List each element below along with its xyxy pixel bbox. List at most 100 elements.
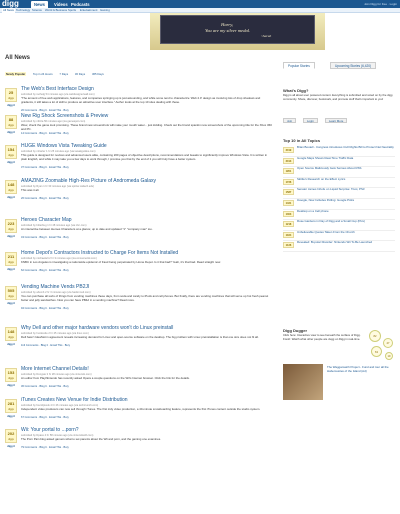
top-story-title[interactable]: Senator James Inhofe on Liquid Surprise:…	[297, 188, 395, 196]
email-this-link[interactable]: Email This	[49, 166, 61, 169]
email-this-link[interactable]: Email This	[49, 269, 61, 272]
story-title[interactable]: iTunes Creates New Venue for Indie Distr…	[21, 397, 128, 403]
comments-link[interactable]: 113 Comments	[21, 344, 38, 347]
subnav-gaming[interactable]: Gaming	[100, 8, 110, 13]
bury-link[interactable]: Bury	[65, 344, 70, 347]
story-title[interactable]: Heroes Character Map	[21, 217, 72, 223]
email-this-link[interactable]: Email This	[49, 236, 61, 239]
bury-link[interactable]: Bury	[64, 197, 69, 200]
subnav-entertainment[interactable]: Entertainment	[80, 8, 97, 13]
top-story-title[interactable]: Brian Boutell - Congress introduces Civi…	[297, 146, 395, 154]
email-this-link[interactable]: Email This	[50, 344, 62, 347]
dugger-circle[interactable]: 19	[385, 352, 393, 360]
learn-more-button[interactable]: Learn More	[325, 118, 348, 123]
filter-24-hours[interactable]: Top in 24 Hours	[33, 72, 53, 76]
comments-link[interactable]: 26 Comments	[21, 197, 37, 200]
blog-it-link[interactable]: Blog It	[39, 109, 46, 112]
email-this-link[interactable]: Email This	[49, 197, 61, 200]
bury-link[interactable]: Bury	[64, 132, 69, 135]
comments-link[interactable]: 37 Comments	[21, 166, 37, 169]
story-title[interactable]: HUGE Windows Vista Tweaking Guide	[21, 143, 107, 149]
digg-it-button[interactable]: digg it	[5, 268, 17, 272]
email-this-link[interactable]: Email This	[49, 109, 61, 112]
blog-it-link[interactable]: Blog It	[39, 446, 46, 449]
top-story-item[interactable]: 1136 Revealed: Bi-polar Disorder: Nintend…	[283, 241, 395, 252]
blog-it-link[interactable]: Blog It	[39, 236, 46, 239]
dugger-circle[interactable]: 47	[383, 338, 393, 348]
dugger-circle[interactable]: 63	[371, 346, 382, 357]
comments-link[interactable]: 43 Comments	[21, 236, 37, 239]
filter-30-days[interactable]: 30 Days	[75, 72, 85, 76]
top-story-item[interactable]: 1303 Desktop on a Cell phone	[283, 210, 395, 221]
digg-it-button[interactable]: digg it	[5, 161, 17, 165]
blog-it-link[interactable]: Blog It	[39, 416, 46, 419]
top-story-title[interactable]: Revealed: Bi-polar Disorder: Nintendo Wi…	[297, 241, 395, 249]
ad-text[interactable]: The Waggamatch Project - Fund and tour a…	[327, 365, 393, 373]
login-button[interactable]: Login	[303, 118, 318, 123]
subnav-science[interactable]: Science	[32, 8, 42, 13]
bury-link[interactable]: Bury	[64, 166, 69, 169]
account-links[interactable]: Join Digg for free · Login	[364, 0, 397, 8]
digg-logo[interactable]: digg	[2, 0, 19, 8]
comments-link[interactable]: 79 Comments	[21, 446, 37, 449]
top-story-title[interactable]: Google Maps Shows Real-Time Traffic Data	[297, 157, 395, 165]
digg-it-button[interactable]: digg it	[5, 104, 17, 108]
top-story-title[interactable]: Desktop on a Cell phone	[297, 210, 395, 218]
comments-link[interactable]: 94 Comments	[21, 307, 37, 310]
sidebar-ad[interactable]: The Waggamatch Project - Fund and tour a…	[283, 364, 395, 400]
blog-it-link[interactable]: Blog It	[41, 344, 48, 347]
blog-it-link[interactable]: Blog It	[39, 197, 46, 200]
filter-7-days[interactable]: 7 Days	[59, 72, 68, 76]
filter-newly-popular[interactable]: Newly Popular	[5, 72, 27, 76]
digg-it-button[interactable]: digg it	[5, 235, 17, 239]
digg-it-button[interactable]: digg it	[5, 302, 17, 306]
digg-it-button[interactable]: digg it	[5, 415, 17, 419]
ad-image[interactable]	[283, 364, 323, 400]
subnav-all-news[interactable]: All News	[2, 8, 15, 13]
bury-link[interactable]: Bury	[64, 269, 69, 272]
comments-link[interactable]: 36 Comments	[21, 385, 37, 388]
story-title[interactable]: Why Dell and other major hardware vendor…	[21, 325, 173, 331]
top-story-title[interactable]: Rose Gardens in Day of Digg and a Small …	[297, 220, 395, 228]
top-story-title[interactable]: iGoogle, Now Includes Polling: Google Pi…	[297, 199, 395, 207]
dugger-circle[interactable]: 82	[369, 330, 381, 342]
bury-link[interactable]: Bury	[64, 109, 69, 112]
tab-popular-stories[interactable]: Popular Stories	[283, 62, 315, 69]
digg-it-button[interactable]: digg it	[5, 196, 17, 200]
digg-it-button[interactable]: digg it	[5, 384, 17, 388]
story-title[interactable]: AMAZING Zoomable High-Res Picture of And…	[21, 178, 156, 184]
blog-it-link[interactable]: Blog It	[39, 269, 46, 272]
story-title[interactable]: Wii: Your portal to ...porn?	[21, 427, 79, 433]
bury-link[interactable]: Bury	[64, 446, 69, 449]
bury-link[interactable]: Bury	[64, 307, 69, 310]
filter-365-days[interactable]: 365 Days	[92, 72, 104, 76]
ad-banner[interactable]: Harry, You are my silver medal. ~Sarah	[150, 13, 325, 50]
bury-link[interactable]: Bury	[64, 416, 69, 419]
tab-news[interactable]: News	[31, 1, 48, 8]
comments-link[interactable]: 62 Comments	[21, 269, 37, 272]
top-story-item[interactable]: 1421 iGoogle, Now Includes Polling: Googl…	[283, 199, 395, 210]
join-button[interactable]: Join	[283, 118, 297, 123]
top-story-item[interactable]: 2019 Brian Boutell - Congress introduces …	[283, 146, 395, 157]
subnav-sports[interactable]: Sports	[68, 8, 76, 13]
email-this-link[interactable]: Email This	[49, 446, 61, 449]
digg-it-button[interactable]: digg it	[5, 445, 17, 449]
top-story-title[interactable]: Unbelievable Quotes Taken From the Churc…	[297, 231, 395, 239]
email-this-link[interactable]: Email This	[49, 416, 61, 419]
blog-it-link[interactable]: Blog It	[39, 132, 46, 135]
top-story-item[interactable]: 1218 Rose Gardens in Day of Digg and a Sm…	[283, 220, 395, 231]
email-this-link[interactable]: Email This	[49, 307, 61, 310]
top-story-item[interactable]: 2013 Google Maps Shows Real-Time Traffic …	[283, 157, 395, 168]
digg-it-button[interactable]: digg it	[5, 131, 17, 135]
bury-link[interactable]: Bury	[64, 385, 69, 388]
blog-it-link[interactable]: Blog It	[39, 385, 46, 388]
comments-link[interactable]: 20 Comments	[21, 109, 37, 112]
story-title[interactable]: Vending Machine Vends PB2JI	[21, 284, 89, 290]
email-this-link[interactable]: Email This	[49, 385, 61, 388]
subnav-technology[interactable]: Technology	[16, 8, 30, 13]
tab-upcoming-stories[interactable]: Upcoming Stories (6,420)	[330, 62, 377, 69]
top-story-title[interactable]: Open Source Maliciously Gets Serious Abo…	[297, 167, 395, 175]
blog-it-link[interactable]: Blog It	[39, 307, 46, 310]
top-story-title[interactable]: Skittle's Research on the Effect Lyrics	[297, 178, 395, 186]
top-story-item[interactable]: 1587 Senator James Inhofe on Liquid Surpr…	[283, 188, 395, 199]
